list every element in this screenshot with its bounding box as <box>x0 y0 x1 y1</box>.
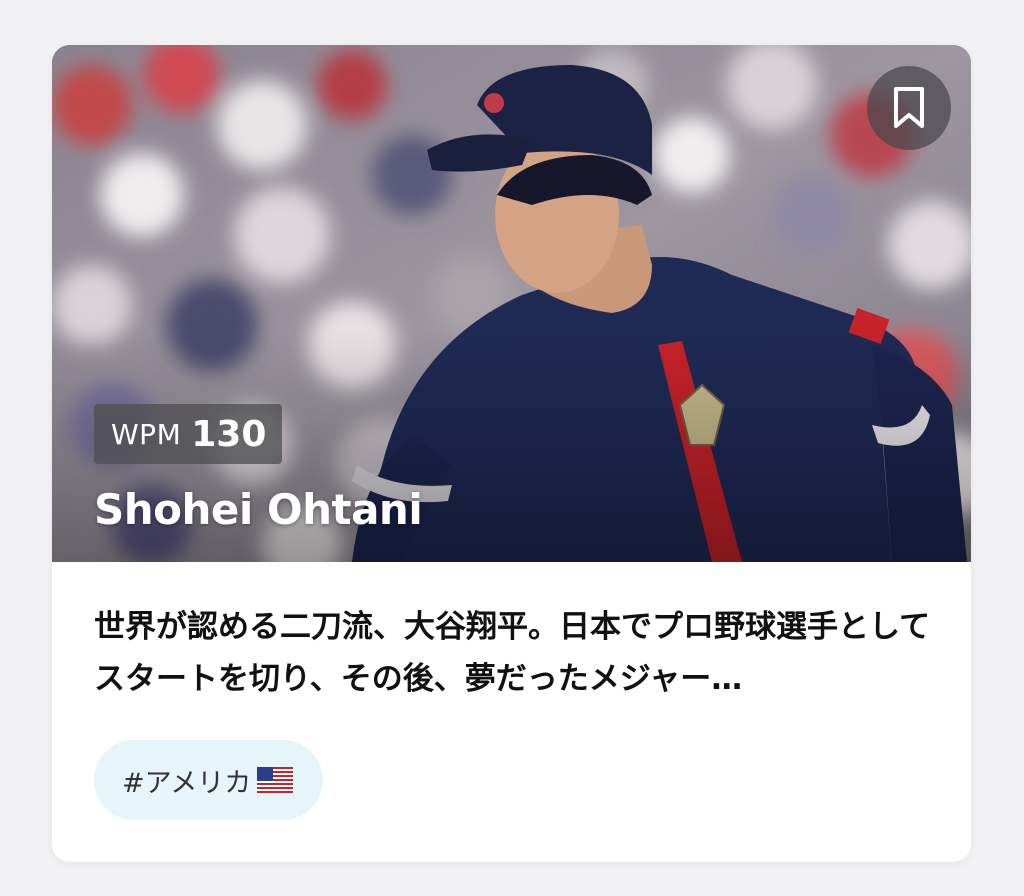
tag-label: #アメリカ <box>122 767 252 799</box>
tag-chip[interactable]: #アメリカ <box>94 740 324 820</box>
player-name: Shohei Ohtani <box>94 485 423 534</box>
bookmark-button[interactable] <box>867 66 951 150</box>
wpm-label: WPM <box>111 417 182 451</box>
us-flag-icon <box>257 767 294 793</box>
hero-photo: WPM 130 Shohei Ohtani <box>52 45 971 562</box>
wpm-value: 130 <box>191 413 267 455</box>
article-description: 世界が認める二刀流、大谷翔平。日本でプロ野球選手としてスタートを切り、その後、夢… <box>94 609 931 697</box>
article-card[interactable]: WPM 130 Shohei Ohtani 世界が認める二刀流、大谷翔平。日本で… <box>52 45 971 862</box>
wpm-badge: WPM 130 <box>94 404 283 464</box>
bookmark-icon <box>894 87 924 128</box>
